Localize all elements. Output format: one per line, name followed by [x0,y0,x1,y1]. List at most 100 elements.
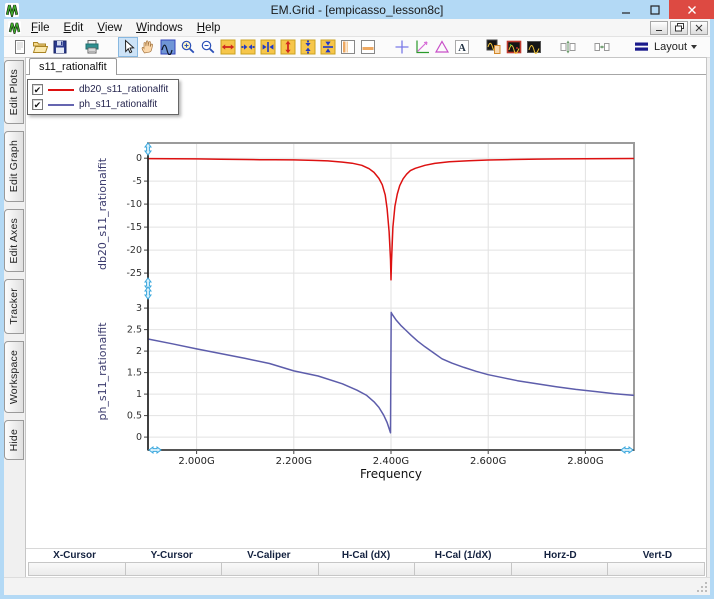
delta-marker-tool[interactable] [432,37,452,57]
x-tick-label: 2.800G [567,456,603,467]
zoomout-icon [201,40,215,54]
hshrink-icon [240,39,256,55]
clip-waveform-tool[interactable] [484,37,504,57]
open-button[interactable] [30,37,50,57]
sidebar-tab-label: Tracker [8,288,20,325]
crosshair-tool[interactable] [392,37,412,57]
sidebar-tab-label: Hide [8,428,20,452]
sidebar-tab-label: Edit Graph [8,140,20,193]
sidebar-tab-tracker[interactable]: Tracker [4,279,24,334]
mdi-restore-button[interactable] [670,20,688,35]
panelh-icon [361,40,375,54]
axes-marker-tool[interactable] [412,37,432,57]
menu-file[interactable]: File [24,20,57,36]
pointer-tool[interactable] [118,37,138,57]
layout-menu-button[interactable]: Layout [628,37,703,57]
y-tick-label: 0 [136,432,142,443]
legend-line-sample [48,103,74,106]
split-vertical-tool[interactable] [338,37,358,57]
menu-help[interactable]: Help [190,20,228,36]
legend-label: db20_s11_rationalfit [79,84,169,95]
mdi-close-button[interactable] [690,20,708,35]
document-tab-s11-rationalfit[interactable]: s11_rationalfit [29,58,117,75]
cursor-readout-bar: X-Cursor Y-Cursor V-Caliper H-Cal (dX) H-Cal… [26,548,706,576]
cursor-col-header: Y-Cursor [150,550,193,561]
legend-checkbox[interactable]: ✔ [32,99,43,110]
x-tick-label: 2.600G [470,456,506,467]
y-axis-title: ph_s11_rationalfit [96,322,109,421]
print-button[interactable] [82,37,102,57]
sidebar-tab-edit-graph[interactable]: Edit Graph [4,131,24,202]
vexpand-icon [280,39,296,55]
v-expand-tool[interactable] [278,37,298,57]
align-horizontal-tool[interactable] [592,37,612,57]
legend-entry: ✔ db20_s11_rationalfit [32,83,168,96]
axes-icon [416,40,429,54]
cursor-col-header: Horz-D [543,550,577,561]
y-tick-label: 2.5 [127,325,142,336]
cursor-readout-values [26,562,706,576]
save-button[interactable] [50,37,70,57]
cursor-value-cell [607,562,706,576]
mdi-minimize-button[interactable] [650,20,668,35]
h-shrink-tool[interactable] [238,37,258,57]
y-tick-label: 2 [136,346,142,357]
y-tick-label: -15 [126,222,142,233]
menu-edit[interactable]: Edit [57,20,91,36]
sidebar-tabstrip: Edit Plots Edit Graph Edit Axes Tracker Work… [4,60,25,461]
sidebar-tab-edit-plots[interactable]: Edit Plots [4,60,24,125]
legend-label: ph_s11_rationalfit [79,99,158,110]
mdi-close-icon [695,24,703,31]
y-tick-label: -25 [126,268,142,279]
panelv-icon [341,40,355,54]
plot-select-tool[interactable] [158,37,178,57]
cursor-col-header: V-Caliper [247,550,291,561]
h-center-tool[interactable] [258,37,278,57]
v-center-tool[interactable] [318,37,338,57]
h-expand-tool[interactable] [218,37,238,57]
y-tick-label: -10 [126,199,142,210]
window-border-right [710,19,714,599]
cursor-col-header: H-Cal (dX) [341,550,391,561]
new-button[interactable] [10,37,30,57]
waveform-window-tool[interactable] [504,37,524,57]
wavered-icon [506,40,522,54]
menu-windows[interactable]: Windows [129,20,190,36]
sidebar-tab-label: Edit Axes [8,217,20,264]
legend-checkbox[interactable]: ✔ [32,84,43,95]
menu-view[interactable]: View [90,20,129,36]
minimize-button[interactable] [611,0,640,19]
textA-icon: A [455,40,469,54]
text-annotation-tool[interactable]: A [452,37,472,57]
pan-tool[interactable] [138,37,158,57]
maximize-button[interactable] [640,0,669,19]
caret-down-icon [691,45,698,49]
y-tick-label: -20 [126,245,142,256]
document-tabstrip: s11_rationalfit [26,58,706,75]
sidebar-tab-workspace[interactable]: Workspace [4,340,24,413]
hcenter-icon [260,39,276,55]
y-tick-label: -5 [133,176,142,187]
waveform-overlay-tool[interactable] [524,37,544,57]
sidebar-tab-label: Edit Plots [8,69,20,116]
y-tick-label: 1 [136,389,142,400]
boxesv-icon [560,40,576,54]
resize-grip[interactable] [696,581,708,593]
sidebar-tab-edit-axes[interactable]: Edit Axes [4,208,24,273]
y-tick-label: 0 [136,153,142,164]
close-button[interactable] [669,0,714,19]
cursor-value-cell [510,562,609,576]
sidebar-tab-hide[interactable]: Hide [4,419,24,461]
titlebar[interactable]: EM.Grid - [empicasso_lesson8c] [0,0,714,19]
zoom-out-tool[interactable] [198,37,218,57]
cursor-value-cell [28,562,126,576]
x-tick-label: 2.000G [178,456,214,467]
cursor-col-header: H-Cal (1/dX) [434,550,492,561]
zoom-in-tool[interactable] [178,37,198,57]
menubar: File Edit View Windows Help [4,19,710,37]
v-shrink-tool[interactable] [298,37,318,57]
align-vertical-tool[interactable] [558,37,578,57]
window-title: EM.Grid - [empicasso_lesson8c] [270,2,444,17]
split-horizontal-tool[interactable] [358,37,378,57]
cursor-value-cell [124,562,223,576]
